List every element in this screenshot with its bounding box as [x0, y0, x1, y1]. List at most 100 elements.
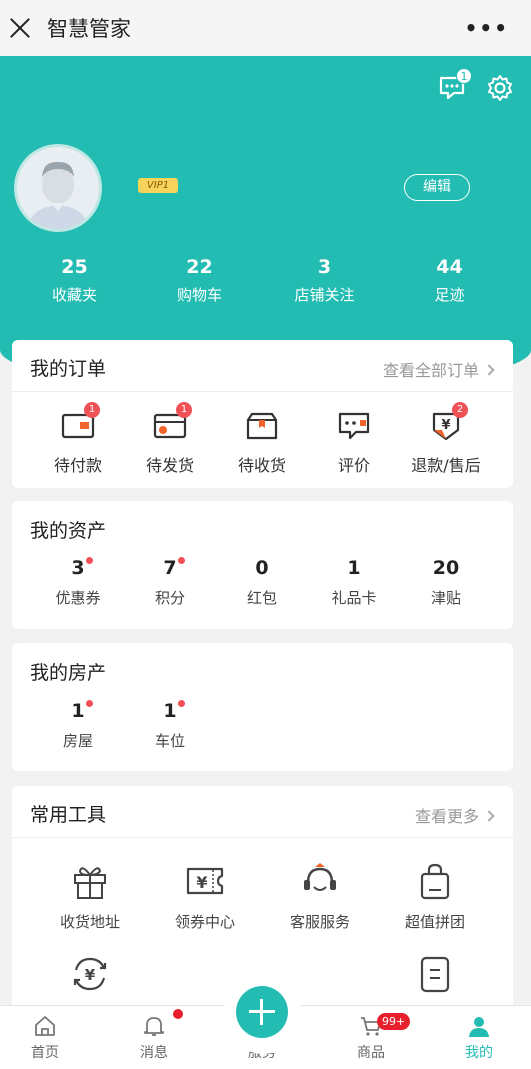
stat-value: 22 — [186, 256, 213, 278]
order-label: 待发货 — [145, 456, 194, 475]
nav-label: 我的 — [465, 1045, 493, 1061]
property-value-text: 1 — [71, 700, 85, 722]
avatar[interactable] — [14, 144, 102, 232]
card-icon: 1 — [152, 402, 192, 442]
asset-value: 3 — [71, 557, 93, 579]
order-badge: 2 — [452, 402, 468, 418]
stat-label: 足迹 — [434, 286, 465, 304]
tool-label: 收货地址 — [59, 913, 120, 931]
tool-document[interactable] — [380, 954, 490, 994]
property-value-text: 1 — [163, 700, 177, 722]
stat-value: 3 — [317, 256, 332, 278]
order-label: 退款/售后 — [411, 456, 481, 475]
view-all-orders-link[interactable]: 查看全部订单 — [383, 357, 495, 381]
order-badge: 1 — [176, 402, 192, 418]
chevron-right-icon — [483, 364, 495, 376]
asset-value-text: 7 — [163, 557, 177, 579]
close-icon[interactable] — [9, 17, 31, 39]
bell-icon — [142, 1014, 166, 1038]
order-badge: 1 — [84, 402, 100, 418]
stat-cart[interactable]: 22 购物车 — [137, 256, 262, 305]
orders-card: 我的订单 查看全部订单 1 待付款 1 待发货 待收货 评价 ¥ 2 退款/售后 — [12, 340, 513, 488]
order-pending-receipt[interactable]: 待收货 — [220, 410, 304, 476]
stat-value: 25 — [61, 256, 88, 278]
svg-text:¥: ¥ — [85, 966, 96, 984]
tool-coupon-center[interactable]: ¥ 领券中心 — [150, 861, 260, 932]
asset-red-envelopes[interactable]: 0 红包 — [220, 557, 304, 608]
add-service-button[interactable] — [236, 986, 288, 1038]
order-label: 评价 — [337, 456, 370, 475]
user-icon — [467, 1014, 491, 1038]
stat-label: 店铺关注 — [294, 286, 355, 304]
tool-label: 客服服务 — [289, 913, 350, 931]
asset-label: 积分 — [154, 589, 185, 607]
order-pending-shipment[interactable]: 1 待发货 — [128, 402, 212, 476]
asset-label: 津贴 — [430, 589, 461, 607]
asset-value: 7 — [163, 557, 185, 579]
nav-label: 首页 — [31, 1045, 59, 1061]
property-parking[interactable]: 1 车位 — [128, 700, 212, 751]
new-dot — [177, 557, 185, 564]
order-label: 待付款 — [53, 456, 102, 475]
asset-label: 礼品卡 — [331, 589, 377, 607]
asset-value: 1 — [347, 557, 361, 579]
property-value: 1 — [71, 700, 93, 722]
cart-count-badge: 99+ — [377, 1013, 411, 1030]
divider — [12, 391, 513, 392]
property-label: 房屋 — [62, 732, 93, 750]
asset-gift-cards[interactable]: 1 礼品卡 — [312, 557, 396, 608]
nav-label: 消息 — [140, 1045, 168, 1061]
coupon-icon: ¥ — [185, 861, 225, 901]
property-house[interactable]: 1 房屋 — [36, 700, 120, 751]
app-title: 智慧管家 — [47, 17, 131, 41]
stat-label: 购物车 — [176, 286, 222, 304]
nav-messages[interactable]: 消息 — [109, 1014, 199, 1062]
tool-exchange[interactable]: ¥ — [35, 954, 145, 994]
asset-label: 优惠券 — [55, 589, 101, 607]
property-card: 我的房产 1 房屋 1 车位 — [12, 643, 513, 771]
property-title: 我的房产 — [30, 662, 107, 684]
nav-label: 商品 — [357, 1045, 385, 1061]
edit-profile-button[interactable]: 编辑 — [404, 174, 470, 201]
nav-mine[interactable]: 我的 — [434, 1014, 524, 1062]
asset-value: 20 — [432, 557, 460, 579]
order-pending-payment[interactable]: 1 待付款 — [36, 402, 120, 476]
bag-icon — [415, 861, 455, 901]
wallet-icon: 1 — [60, 402, 100, 442]
home-icon — [33, 1014, 57, 1038]
property-label: 车位 — [154, 732, 185, 750]
headset-icon — [300, 861, 340, 901]
asset-allowance[interactable]: 20 津贴 — [404, 557, 488, 608]
order-refund-aftersales[interactable]: ¥ 2 退款/售后 — [404, 402, 488, 476]
tool-group-buy[interactable]: 超值拼团 — [380, 861, 490, 932]
view-more-tools-label: 查看更多 — [414, 807, 479, 826]
asset-coupons[interactable]: 3 优惠券 — [36, 557, 120, 608]
settings-icon[interactable] — [486, 74, 514, 102]
tool-shipping-address[interactable]: 收货地址 — [35, 861, 145, 932]
view-more-tools-link[interactable]: 查看更多 — [414, 803, 495, 827]
box-icon — [244, 410, 280, 442]
svg-text:¥: ¥ — [441, 418, 450, 433]
stat-favorites[interactable]: 25 收藏夹 — [12, 256, 137, 305]
divider — [12, 837, 513, 838]
currency-exchange-icon: ¥ — [70, 954, 110, 994]
gift-icon — [70, 861, 110, 901]
stat-label: 收藏夹 — [51, 286, 97, 304]
tools-title: 常用工具 — [30, 804, 107, 826]
stat-footprints[interactable]: 44 足迹 — [387, 256, 512, 305]
nav-home[interactable]: 首页 — [0, 1014, 90, 1062]
new-dot — [177, 700, 185, 707]
vip-badge: VIP1 — [138, 178, 178, 193]
asset-points[interactable]: 7 积分 — [128, 557, 212, 608]
more-menu-button[interactable]: ••• — [465, 16, 509, 40]
stats-row: 25 收藏夹 22 购物车 3 店铺关注 44 足迹 — [0, 256, 531, 305]
new-dot — [85, 700, 93, 707]
new-dot — [85, 557, 93, 564]
order-review[interactable]: 评价 — [312, 410, 396, 476]
svg-text:¥: ¥ — [196, 873, 207, 892]
tool-customer-service[interactable]: 客服服务 — [265, 861, 375, 932]
property-value: 1 — [163, 700, 185, 722]
stat-followed-shops[interactable]: 3 店铺关注 — [262, 256, 387, 305]
assets-card: 我的资产 3 优惠券 7 积分 0 红包 1 礼品卡 20 津贴 — [12, 501, 513, 629]
document-icon — [415, 954, 455, 994]
